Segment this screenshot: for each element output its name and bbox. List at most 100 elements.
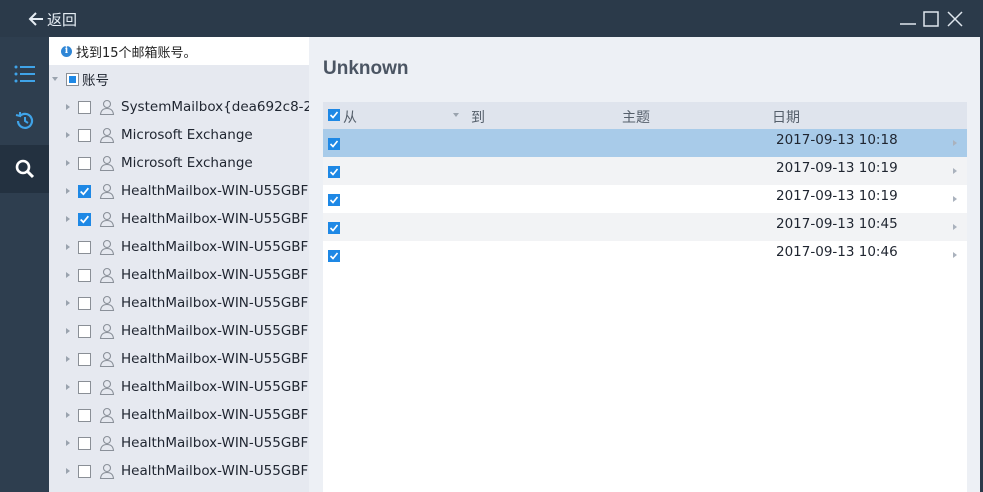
back-arrow-icon xyxy=(28,12,43,26)
sort-down-icon[interactable] xyxy=(453,113,459,117)
expand-caret-icon[interactable] xyxy=(66,468,70,474)
row-checkbox[interactable] xyxy=(328,166,340,178)
maximize-button[interactable] xyxy=(921,9,941,29)
expand-caret-icon[interactable] xyxy=(66,160,70,166)
account-checkbox[interactable] xyxy=(78,268,91,282)
account-node[interactable]: SystemMailbox{dea692c8-27ca xyxy=(49,93,309,121)
user-icon xyxy=(99,407,115,423)
select-all-checkbox[interactable] xyxy=(328,109,340,121)
account-node[interactable]: HealthMailbox-WIN-U55GBFM xyxy=(49,373,309,401)
account-checkbox[interactable] xyxy=(78,100,91,114)
expand-caret-icon[interactable] xyxy=(66,188,70,194)
expand-caret-icon[interactable] xyxy=(66,244,70,250)
search-button[interactable] xyxy=(0,145,49,193)
row-expand-arrow-icon[interactable] xyxy=(953,140,957,146)
expand-caret-icon[interactable] xyxy=(66,412,70,418)
row-expand-arrow-icon[interactable] xyxy=(953,196,957,202)
back-button[interactable]: 返回 xyxy=(28,8,77,30)
account-checkbox[interactable] xyxy=(78,464,91,478)
check-icon xyxy=(329,224,339,232)
account-node[interactable]: HealthMailbox-WIN-U55GBFM xyxy=(49,177,309,205)
account-checkbox[interactable] xyxy=(78,184,91,198)
history-button[interactable] xyxy=(0,97,49,145)
account-node[interactable]: HealthMailbox-WIN-U55GBFM xyxy=(49,233,309,261)
user-icon xyxy=(99,155,115,171)
expand-caret-icon[interactable] xyxy=(66,132,70,138)
expand-caret-icon[interactable] xyxy=(66,328,70,334)
expand-caret-icon[interactable] xyxy=(66,384,70,390)
mail-list-panel: Unknown 从 到 主题 日期 2017-09-13 10:18 2017-0… xyxy=(309,37,980,492)
account-checkbox[interactable] xyxy=(78,128,91,142)
account-node[interactable]: HealthMailbox-WIN-U55GBFM xyxy=(49,289,309,317)
info-icon: i xyxy=(61,45,72,57)
row-checkbox[interactable] xyxy=(328,250,340,262)
account-checkbox[interactable] xyxy=(78,324,91,338)
column-subject[interactable]: 主题 xyxy=(622,107,650,127)
check-icon xyxy=(80,215,90,224)
mail-table: 从 到 主题 日期 2017-09-13 10:18 2017-09-13 10:… xyxy=(323,102,967,492)
account-checkbox[interactable] xyxy=(78,408,91,422)
close-button[interactable] xyxy=(945,9,965,29)
account-checkbox[interactable] xyxy=(78,296,91,310)
account-checkbox[interactable] xyxy=(78,352,91,366)
account-node[interactable]: HealthMailbox-WIN-U55GBFM xyxy=(49,345,309,373)
expand-caret-icon[interactable] xyxy=(66,440,70,446)
user-icon xyxy=(99,463,115,479)
account-label: HealthMailbox-WIN-U55GBFM xyxy=(121,239,309,255)
account-node[interactable]: HealthMailbox-WIN-U55GBFM xyxy=(49,457,309,485)
account-label: Microsoft Exchange xyxy=(121,127,253,143)
collapse-caret-icon[interactable] xyxy=(52,77,58,81)
account-label: HealthMailbox-WIN-U55GBFM xyxy=(121,379,309,395)
expand-caret-icon[interactable] xyxy=(66,300,70,306)
account-checkbox[interactable] xyxy=(78,212,91,226)
column-date[interactable]: 日期 xyxy=(772,107,800,127)
title-bar: 返回 xyxy=(0,0,983,37)
account-checkbox[interactable] xyxy=(78,436,91,450)
table-row[interactable]: 2017-09-13 10:45 xyxy=(323,213,967,241)
user-icon xyxy=(99,295,115,311)
account-node[interactable]: HealthMailbox-WIN-U55GBFM xyxy=(49,261,309,289)
page-title: Unknown xyxy=(323,58,409,79)
account-label: HealthMailbox-WIN-U55GBFM xyxy=(121,435,309,451)
row-checkbox[interactable] xyxy=(328,194,340,206)
expand-caret-icon[interactable] xyxy=(66,272,70,278)
account-node[interactable]: Microsoft Exchange xyxy=(49,121,309,149)
row-date: 2017-09-13 10:19 xyxy=(776,188,898,204)
expand-caret-icon[interactable] xyxy=(66,104,70,110)
expand-caret-icon[interactable] xyxy=(66,216,70,222)
root-checkbox[interactable] xyxy=(66,72,79,86)
account-node[interactable]: HealthMailbox-WIN-U55GBFM xyxy=(49,317,309,345)
user-icon xyxy=(99,435,115,451)
row-checkbox[interactable] xyxy=(328,222,340,234)
list-view-button[interactable] xyxy=(0,50,49,98)
account-checkbox[interactable] xyxy=(78,240,91,254)
user-icon xyxy=(99,239,115,255)
account-checkbox[interactable] xyxy=(78,380,91,394)
row-expand-arrow-icon[interactable] xyxy=(953,224,957,230)
list-icon xyxy=(14,65,35,83)
row-date: 2017-09-13 10:46 xyxy=(776,244,898,260)
table-row[interactable]: 2017-09-13 10:18 xyxy=(323,129,967,157)
account-node[interactable]: HealthMailbox-WIN-U55GBFM xyxy=(49,429,309,457)
row-expand-arrow-icon[interactable] xyxy=(953,252,957,258)
table-row[interactable]: 2017-09-13 10:46 xyxy=(323,241,967,269)
tree-root-node[interactable]: 账号 xyxy=(49,65,309,93)
account-checkbox[interactable] xyxy=(78,156,91,170)
row-expand-arrow-icon[interactable] xyxy=(953,168,957,174)
table-row[interactable]: 2017-09-13 10:19 xyxy=(323,157,967,185)
row-checkbox[interactable] xyxy=(328,138,340,150)
account-tree: 账号 SystemMailbox{dea692c8-27ca Microsoft … xyxy=(49,65,309,492)
table-row[interactable]: 2017-09-13 10:19 xyxy=(323,185,967,213)
minimize-button[interactable] xyxy=(898,9,918,29)
account-node[interactable]: HealthMailbox-WIN-U55GBFM xyxy=(49,205,309,233)
account-label: HealthMailbox-WIN-U55GBFM xyxy=(121,183,309,199)
account-node[interactable]: Microsoft Exchange xyxy=(49,149,309,177)
column-to[interactable]: 到 xyxy=(471,107,485,127)
column-from[interactable]: 从 xyxy=(343,107,357,127)
check-icon xyxy=(329,111,339,119)
user-icon xyxy=(99,183,115,199)
expand-caret-icon[interactable] xyxy=(66,356,70,362)
account-node[interactable]: HealthMailbox-WIN-U55GBFM xyxy=(49,401,309,429)
account-label: HealthMailbox-WIN-U55GBFM xyxy=(121,351,309,367)
account-label: HealthMailbox-WIN-U55GBFM xyxy=(121,211,309,227)
